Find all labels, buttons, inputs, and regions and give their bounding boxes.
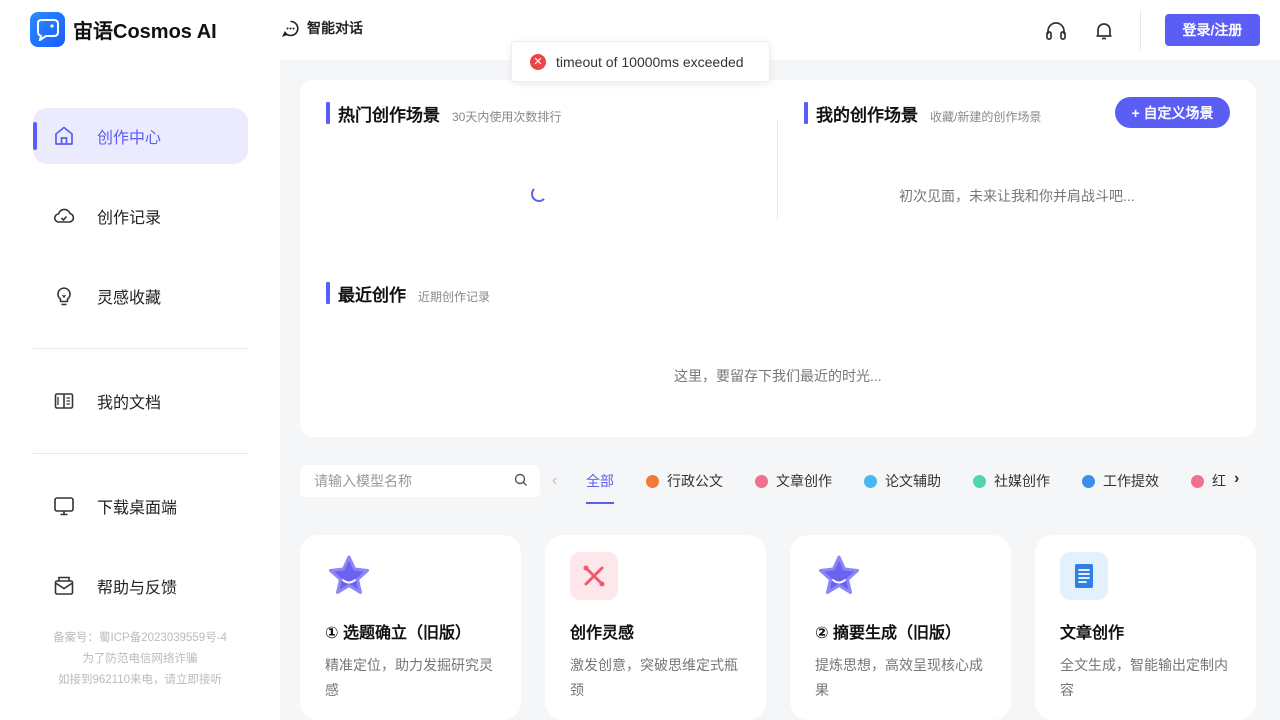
sidebar: 创作中心 创作记录 灵感收藏 我的文档 下载桌面端 帮助与反馈 备案号：蜀ICP…: [0, 60, 280, 720]
home-icon: [55, 126, 73, 145]
book-icon: [1060, 552, 1108, 600]
heading-accent-bar: [326, 282, 330, 304]
sidebar-divider: [33, 453, 248, 454]
tab-work-efficiency[interactable]: 工作提效: [1082, 471, 1159, 491]
scene-card-topic-selection[interactable]: ① 选题确立（旧版） 精准定位，助力发掘研究灵感: [300, 535, 521, 720]
chevron-right-icon[interactable]: ›: [1234, 470, 1239, 488]
tab-label: 社媒创作: [994, 473, 1050, 489]
fraud-warning-line: 为了防范电信网络诈骗: [82, 653, 198, 665]
hot-scenes-heading: 热门创作场景 30天内使用次数排行: [326, 101, 562, 126]
sidebar-item-creation-history[interactable]: 创作记录: [33, 188, 248, 244]
sidebar-item-download-desktop[interactable]: 下载桌面端: [33, 478, 248, 534]
scene-card-article-writing[interactable]: 文章创作 全文生成，智能输出定制内容: [1035, 535, 1256, 720]
tab-label: 全部: [586, 473, 614, 489]
tab-label: 论文辅助: [885, 473, 941, 489]
app-logo[interactable]: 宙语Cosmos AI: [30, 12, 217, 47]
chat-icon: [282, 20, 299, 37]
category-dot-icon: [864, 474, 877, 488]
category-dot-icon: [1191, 474, 1204, 488]
fraud-warning-line: 如接到962110来电，请立即接听: [57, 674, 223, 686]
category-dot-icon: [755, 474, 768, 488]
tab-article-writing[interactable]: 文章创作: [755, 471, 832, 491]
my-scenes-subtitle: 收藏/新建的创作场景: [930, 110, 1042, 124]
my-scenes-empty-text: 初次见面，未来让我和你并肩战斗吧...: [899, 188, 1135, 204]
lightbulb-icon: [57, 287, 71, 306]
star-icon: [325, 552, 373, 600]
creation-panel: 热门创作场景 30天内使用次数排行 我的创作场景 收藏/新建的创作场景 + 自定…: [300, 80, 1256, 437]
header-divider: [1140, 10, 1141, 50]
hot-scenes-subtitle: 30天内使用次数排行: [452, 110, 562, 124]
bell-icon[interactable]: [1093, 20, 1115, 42]
app-name: 宙语Cosmos AI: [73, 21, 217, 43]
sidebar-item-label: 下载桌面端: [97, 500, 178, 517]
my-scenes-heading: 我的创作场景 收藏/新建的创作场景: [804, 101, 1042, 126]
sidebar-item-help-feedback[interactable]: 帮助与反馈: [33, 558, 248, 614]
scene-card-abstract-generation[interactable]: ② 摘要生成（旧版） 提炼思想，高效呈现核心成果: [790, 535, 1011, 720]
error-icon: ✕: [530, 53, 546, 70]
model-search-box: [300, 465, 540, 497]
book-open-icon: [54, 393, 74, 409]
sidebar-item-label: 灵感收藏: [97, 290, 162, 307]
sidebar-item-inspiration-favorites[interactable]: 灵感收藏: [33, 268, 248, 324]
model-search-input[interactable]: [300, 465, 500, 497]
sidebar-item-creation-center[interactable]: 创作中心: [33, 108, 248, 164]
tab-active-indicator: [586, 502, 614, 504]
icp-number[interactable]: 备案号：蜀ICP备2023039559号-4: [30, 628, 250, 649]
recent-empty-text: 这里，要留存下我们最近的时光...: [674, 368, 882, 384]
sidebar-item-label: 帮助与反馈: [97, 580, 178, 597]
sidebar-item-label: 创作记录: [97, 210, 162, 227]
cloud-check-icon: [53, 208, 75, 223]
tab-thesis-assist[interactable]: 论文辅助: [864, 471, 941, 491]
search-icon[interactable]: [514, 473, 528, 492]
category-tabs: 全部 行政公文 文章创作 论文辅助 社媒创作 工作提效 红: [586, 465, 1226, 505]
sidebar-item-label: 创作中心: [97, 130, 162, 147]
heading-accent-bar: [326, 102, 330, 124]
chevron-left-icon[interactable]: ‹: [552, 472, 557, 490]
section-divider: [777, 120, 778, 220]
scene-card-creative-inspiration[interactable]: 创作灵感 激发创意，突破思维定式瓶颈: [545, 535, 766, 720]
tab-label: 红: [1212, 473, 1226, 489]
recent-creation-heading: 最近创作 近期创作记录: [326, 281, 491, 306]
tab-admin-docs[interactable]: 行政公文: [646, 471, 723, 491]
card-title: 创作灵感: [570, 625, 635, 642]
nav-smart-chat[interactable]: 智能对话: [282, 18, 363, 38]
tab-red[interactable]: 红: [1191, 471, 1226, 491]
card-title: ① 选题确立（旧版）: [325, 625, 471, 642]
tab-label: 文章创作: [776, 473, 832, 489]
tab-social-media[interactable]: 社媒创作: [973, 471, 1050, 491]
card-title: ② 摘要生成（旧版）: [815, 625, 961, 642]
toast-message: timeout of 10000ms exceeded: [556, 53, 744, 70]
recent-creation-title: 最近创作: [338, 286, 406, 305]
heading-accent-bar: [804, 102, 808, 124]
sidebar-divider: [33, 348, 248, 349]
error-toast: ✕ timeout of 10000ms exceeded: [511, 41, 770, 82]
sidebar-item-label: 我的文档: [97, 395, 162, 412]
icp-footer: 备案号：蜀ICP备2023039559号-4 为了防范电信网络诈骗 如接到962…: [30, 628, 250, 691]
tab-label: 工作提效: [1103, 473, 1159, 489]
category-dot-icon: [646, 474, 659, 488]
tab-label: 行政公文: [667, 473, 723, 489]
hot-scenes-title: 热门创作场景: [338, 106, 440, 125]
login-register-button[interactable]: 登录/注册: [1165, 14, 1260, 46]
monitor-icon: [54, 497, 74, 516]
star-icon: [815, 552, 863, 600]
loading-spinner: [531, 186, 547, 202]
tab-all[interactable]: 全部: [586, 471, 614, 491]
card-description: 全文生成，智能输出定制内容: [1060, 657, 1228, 698]
my-scenes-title: 我的创作场景: [816, 106, 918, 125]
category-dot-icon: [1082, 474, 1095, 488]
recent-creation-subtitle: 近期创作记录: [418, 290, 491, 304]
card-description: 提炼思想，高效呈现核心成果: [815, 657, 983, 698]
card-description: 精准定位，助力发掘研究灵感: [325, 657, 493, 698]
category-dot-icon: [973, 474, 986, 488]
custom-scene-button[interactable]: + 自定义场景: [1115, 97, 1230, 128]
sidebar-item-my-documents[interactable]: 我的文档: [33, 373, 248, 429]
logo-mark-icon: [30, 12, 65, 47]
card-description: 激发创意，突破思维定式瓶颈: [570, 657, 738, 698]
nav-smart-chat-label: 智能对话: [307, 20, 363, 36]
mail-feedback-icon: [54, 576, 74, 595]
card-title: 文章创作: [1060, 625, 1125, 642]
headset-icon[interactable]: [1045, 20, 1067, 42]
inspiration-icon: [570, 552, 618, 600]
